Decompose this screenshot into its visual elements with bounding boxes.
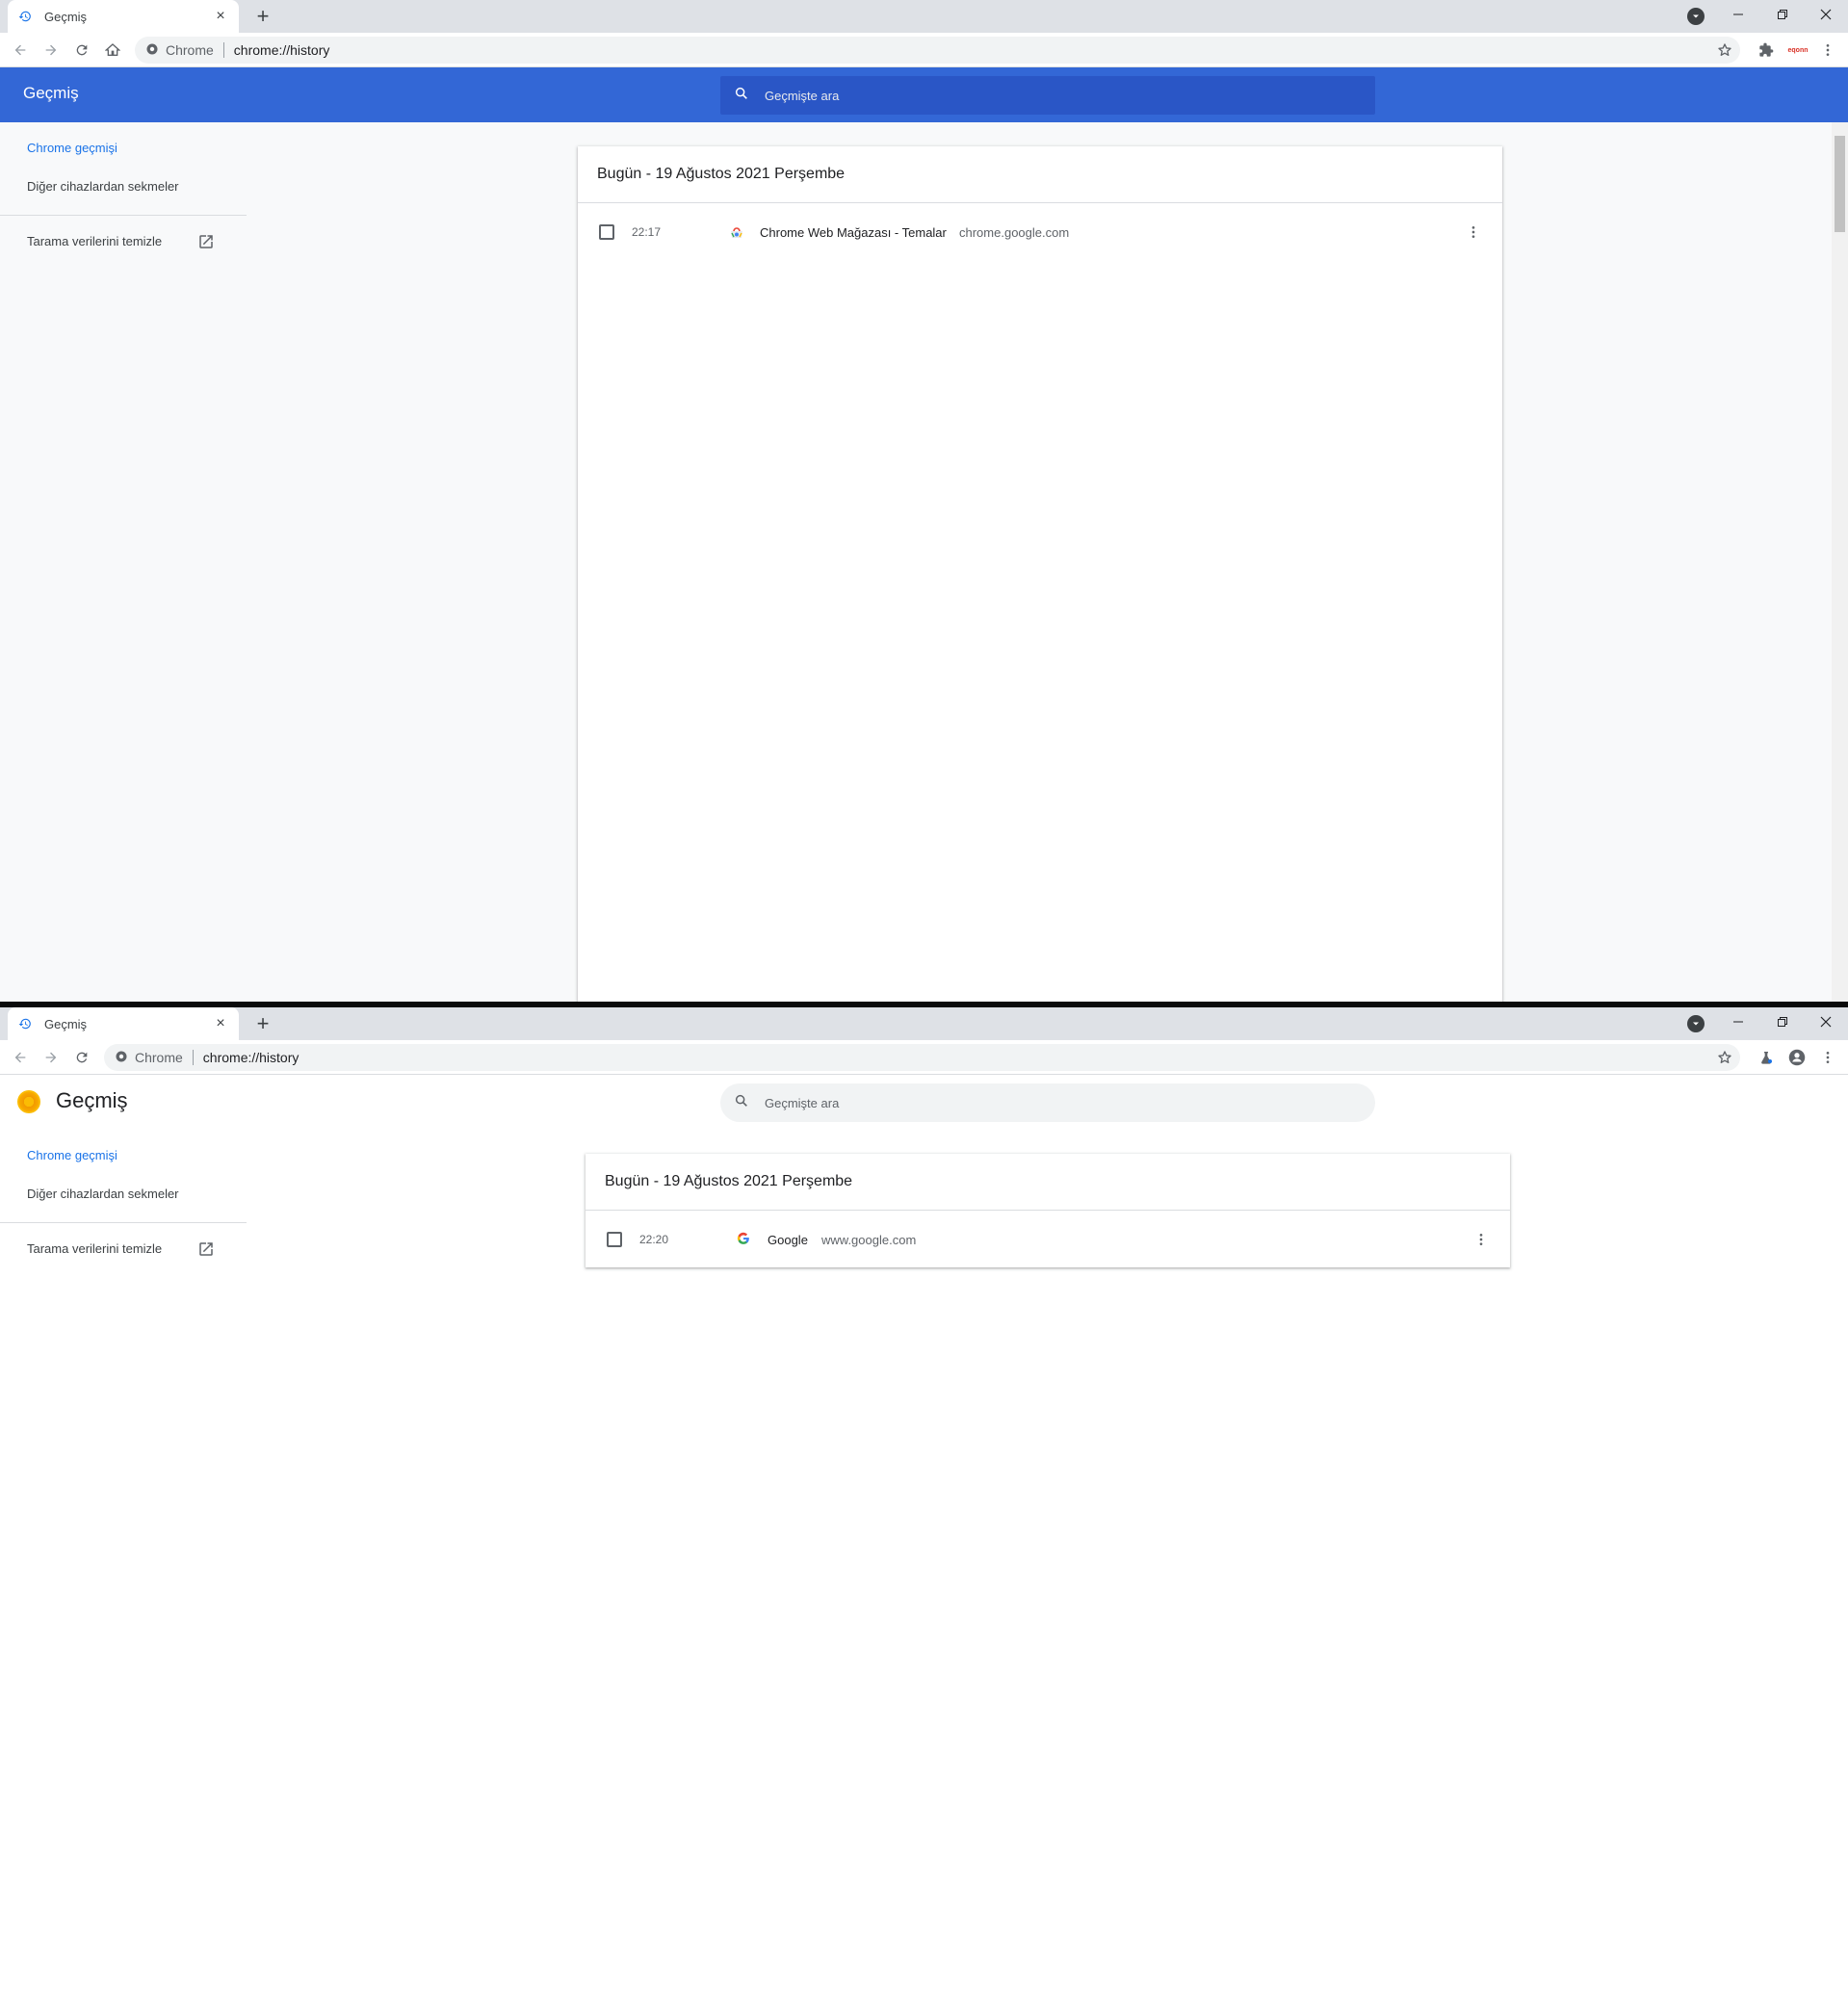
search-icon (734, 86, 749, 106)
toolbar: Chrome chrome://history eqonn (0, 33, 1848, 67)
search-input[interactable] (763, 1094, 1340, 1111)
home-icon[interactable] (101, 39, 124, 62)
chrome-logo-icon (116, 1050, 127, 1065)
search-box[interactable] (720, 1083, 1375, 1122)
scrollbar-thumb[interactable] (1835, 136, 1845, 232)
page-title: Geçmiş (23, 84, 79, 102)
sidebar-item-chrome-history[interactable]: Chrome geçmişi (27, 141, 117, 155)
history-card: Bugün - 19 Ağustos 2021 Perşembe 22:20 G… (586, 1154, 1510, 1267)
tab-title: Geçmiş (44, 9, 88, 24)
history-logo-icon (17, 1090, 40, 1113)
reload-icon[interactable] (70, 1046, 93, 1069)
reload-icon[interactable] (70, 39, 93, 62)
close-icon[interactable]: × (212, 8, 229, 25)
restore-icon[interactable] (1760, 0, 1805, 29)
entry-title[interactable]: Google (768, 1233, 808, 1247)
browser-window-2: Geçmiş × + Chrome chrome://history Geçmi… (0, 1007, 1848, 2009)
omnibox-url[interactable]: chrome://history (234, 42, 330, 58)
close-window-icon[interactable] (1804, 0, 1848, 29)
day-title: Bugün - 19 Ağustos 2021 Perşembe (597, 166, 846, 182)
close-window-icon[interactable] (1804, 1007, 1848, 1036)
history-icon (17, 1016, 33, 1031)
chrome-web-store-icon (729, 224, 744, 240)
tab-strip: Geçmiş × + (0, 1007, 1848, 1040)
external-link-icon[interactable] (197, 1240, 215, 1258)
plus-icon[interactable]: + (250, 1011, 275, 1036)
entry-time: 22:20 (639, 1233, 669, 1246)
search-box[interactable] (720, 76, 1375, 115)
search-icon (734, 1093, 749, 1113)
kebab-icon[interactable] (1816, 39, 1839, 62)
labs-icon[interactable] (1755, 1046, 1778, 1069)
entry-domain: www.google.com (821, 1233, 917, 1247)
sidebar: Chrome geçmişi Diğer cihazlardan sekmele… (0, 1130, 247, 2009)
omnibox-chip: Chrome (166, 42, 214, 58)
puzzle-icon[interactable] (1755, 39, 1778, 62)
history-header: Geçmiş (0, 67, 1848, 122)
toolbar: Chrome chrome://history (0, 1040, 1848, 1075)
kebab-icon[interactable] (1816, 1046, 1839, 1069)
history-icon (17, 9, 33, 24)
address-bar[interactable]: Chrome chrome://history (135, 37, 1740, 64)
sidebar-item-chrome-history[interactable]: Chrome geçmişi (27, 1148, 117, 1162)
kebab-icon[interactable] (1471, 1230, 1491, 1249)
forward-arrow-icon[interactable] (39, 39, 63, 62)
minimize-icon[interactable] (1716, 0, 1760, 29)
page-title: Geçmiş (56, 1088, 128, 1112)
tab-search-icon[interactable] (1687, 8, 1705, 25)
chrome-logo-icon (146, 42, 158, 58)
tab-search-icon[interactable] (1687, 1015, 1705, 1032)
entry-title[interactable]: Chrome Web Mağazası - Temalar (760, 225, 947, 240)
tab-history[interactable]: Geçmiş × (8, 1007, 239, 1040)
minimize-icon[interactable] (1716, 1007, 1760, 1036)
omnibox-separator (222, 42, 224, 58)
restore-icon[interactable] (1760, 1007, 1805, 1036)
tab-title: Geçmiş (44, 1016, 88, 1031)
history-card: Bugün - 19 Ağustos 2021 Perşembe 22:17 C… (578, 146, 1502, 1002)
star-icon[interactable] (1715, 1048, 1734, 1067)
sidebar-separator (0, 215, 247, 216)
entry-time: 22:17 (632, 225, 662, 239)
omnibox-separator (192, 1050, 194, 1065)
entry-domain: chrome.google.com (959, 225, 1070, 240)
sidebar-item-other-devices[interactable]: Diğer cihazlardan sekmeler (27, 179, 179, 194)
day-title: Bugün - 19 Ağustos 2021 Perşembe (605, 1173, 853, 1189)
back-arrow-icon[interactable] (9, 39, 32, 62)
history-header: Geçmiş (0, 1075, 1848, 1130)
history-entry[interactable]: 22:17 Chrome Web Mağazası - Temalar chro… (578, 203, 1502, 260)
search-input[interactable] (763, 87, 1340, 104)
history-entry[interactable]: 22:20 Google www.google.com (586, 1211, 1510, 1267)
tab-strip: Geçmiş × + (0, 0, 1848, 33)
sidebar-item-other-devices[interactable]: Diğer cihazlardan sekmeler (27, 1187, 179, 1201)
sidebar-separator (0, 1222, 247, 1223)
sidebar-item-clear-data[interactable]: Tarama verilerini temizle (27, 1241, 162, 1256)
plus-icon[interactable]: + (250, 4, 275, 29)
address-bar[interactable]: Chrome chrome://history (104, 1044, 1740, 1071)
scrollbar[interactable] (1832, 122, 1848, 1002)
entry-checkbox[interactable] (599, 224, 614, 240)
sidebar-item-clear-data[interactable]: Tarama verilerini temizle (27, 234, 162, 248)
external-link-icon[interactable] (197, 233, 215, 250)
star-icon[interactable] (1715, 40, 1734, 60)
google-icon (737, 1232, 752, 1247)
forward-arrow-icon[interactable] (39, 1046, 63, 1069)
entry-checkbox[interactable] (607, 1232, 622, 1247)
back-arrow-icon[interactable] (9, 1046, 32, 1069)
tab-history[interactable]: Geçmiş × (8, 0, 239, 33)
sidebar: Chrome geçmişi Diğer cihazlardan sekmele… (0, 122, 247, 1002)
omnibox-url[interactable]: chrome://history (203, 1050, 299, 1065)
profile-icon[interactable] (1785, 1046, 1809, 1069)
close-icon[interactable]: × (212, 1015, 229, 1032)
kebab-icon[interactable] (1464, 222, 1483, 242)
omnibox-chip: Chrome (135, 1050, 183, 1065)
extension-badge[interactable]: eqonn (1783, 39, 1812, 62)
browser-window-1: Geçmiş × + Chrome chrome://history eqonn… (0, 0, 1848, 1002)
